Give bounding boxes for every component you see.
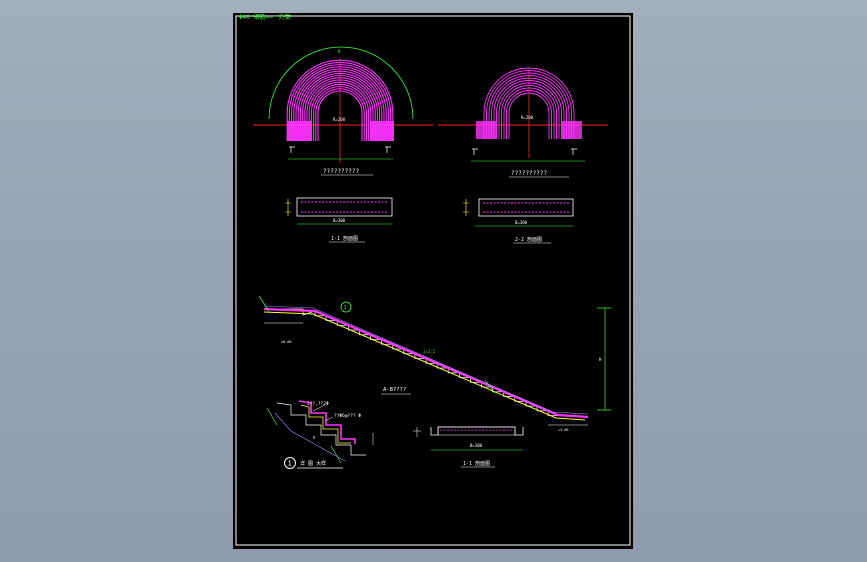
bottom-section-height-dim <box>413 427 421 437</box>
right-plan-center-label: R=200 <box>521 115 534 120</box>
drawing-sheet[interactable]: Φ40 钢筋——一方案 R=200 R ?????????? R=200 ???… <box>233 13 633 549</box>
left-section-outline <box>296 197 393 217</box>
detail-note-2: ??Φ6@??? Φ <box>334 413 361 419</box>
left-section-view: B=300 1-1 剖面图 <box>285 197 393 243</box>
detail-step-outline <box>276 402 366 456</box>
right-plan-leg-left <box>476 121 496 139</box>
stair-detail-view: 2??,??2Φ ??Φ6@??? Φ h 1 详 图 大样 <box>266 400 374 469</box>
detail-caption: 详 图 大样 <box>300 460 326 467</box>
stair-detail-callout-number: 1 <box>344 305 347 311</box>
left-plan-leg-left <box>287 121 311 141</box>
right-plan-leg-right <box>562 121 582 139</box>
left-plan-leg-right <box>370 121 394 141</box>
right-section-view: B=300 2-2 剖面图 <box>463 198 574 244</box>
left-section-height-dim <box>285 199 291 216</box>
left-arch-plan: R=200 R ?????????? <box>253 46 433 176</box>
bottom-section-width-label: B=300 <box>470 443 483 448</box>
detail-rebar <box>298 400 356 444</box>
right-section-height-dim <box>463 199 469 216</box>
stair-step-outline <box>264 308 589 418</box>
drawing-viewport[interactable]: Φ40 钢筋——一方案 R=200 R ?????????? R=200 ???… <box>0 0 867 562</box>
cad-drawing: Φ40 钢筋——一方案 R=200 R ?????????? R=200 ???… <box>235 13 631 546</box>
right-plan-section-mark-a <box>472 148 478 155</box>
right-section-caption: 2-2 剖面图 <box>515 236 542 243</box>
right-arch-plan: R=200 ?????????? <box>438 67 608 178</box>
detail-soffit-line <box>274 412 346 462</box>
right-plan-section-mark-b <box>571 148 577 155</box>
left-section-caption: 1-1 剖面图 <box>331 235 358 242</box>
bottom-section-outline <box>430 426 524 436</box>
left-plan-caption: ?????????? <box>323 168 360 175</box>
left-plan-dimension-arc <box>268 46 414 120</box>
stair-floor-tag-right: +3.60 <box>558 428 569 432</box>
right-section-width-label: B=300 <box>515 220 528 225</box>
left-plan-section-mark-b <box>385 146 391 153</box>
stair-floor-tag-left: ±0.00 <box>281 340 292 344</box>
left-plan-section-mark-a <box>289 146 295 153</box>
right-section-outline <box>478 198 574 217</box>
bottom-section-caption: 1-1 剖面图 <box>463 460 490 467</box>
stair-slope-label: i=1:2 <box>423 349 436 354</box>
sheet-title: Φ40 钢筋——一方案 <box>239 13 291 21</box>
detail-number: 1 <box>288 460 292 468</box>
left-plan-center-label: R=200 <box>333 117 346 122</box>
stair-height-label: H <box>599 357 602 362</box>
right-plan-caption: ?????????? <box>511 170 548 177</box>
detail-note-1: 2??,??2Φ <box>307 401 329 407</box>
left-plan-radius-label: R <box>338 49 341 54</box>
left-section-width-label: B=300 <box>333 218 346 223</box>
bottom-section-view: B=300 1-1 剖面图 <box>413 426 524 468</box>
detail-dim-label: h <box>313 435 316 440</box>
stair-caption: A-B???? <box>383 387 406 393</box>
bottom-section-slab <box>437 426 516 436</box>
